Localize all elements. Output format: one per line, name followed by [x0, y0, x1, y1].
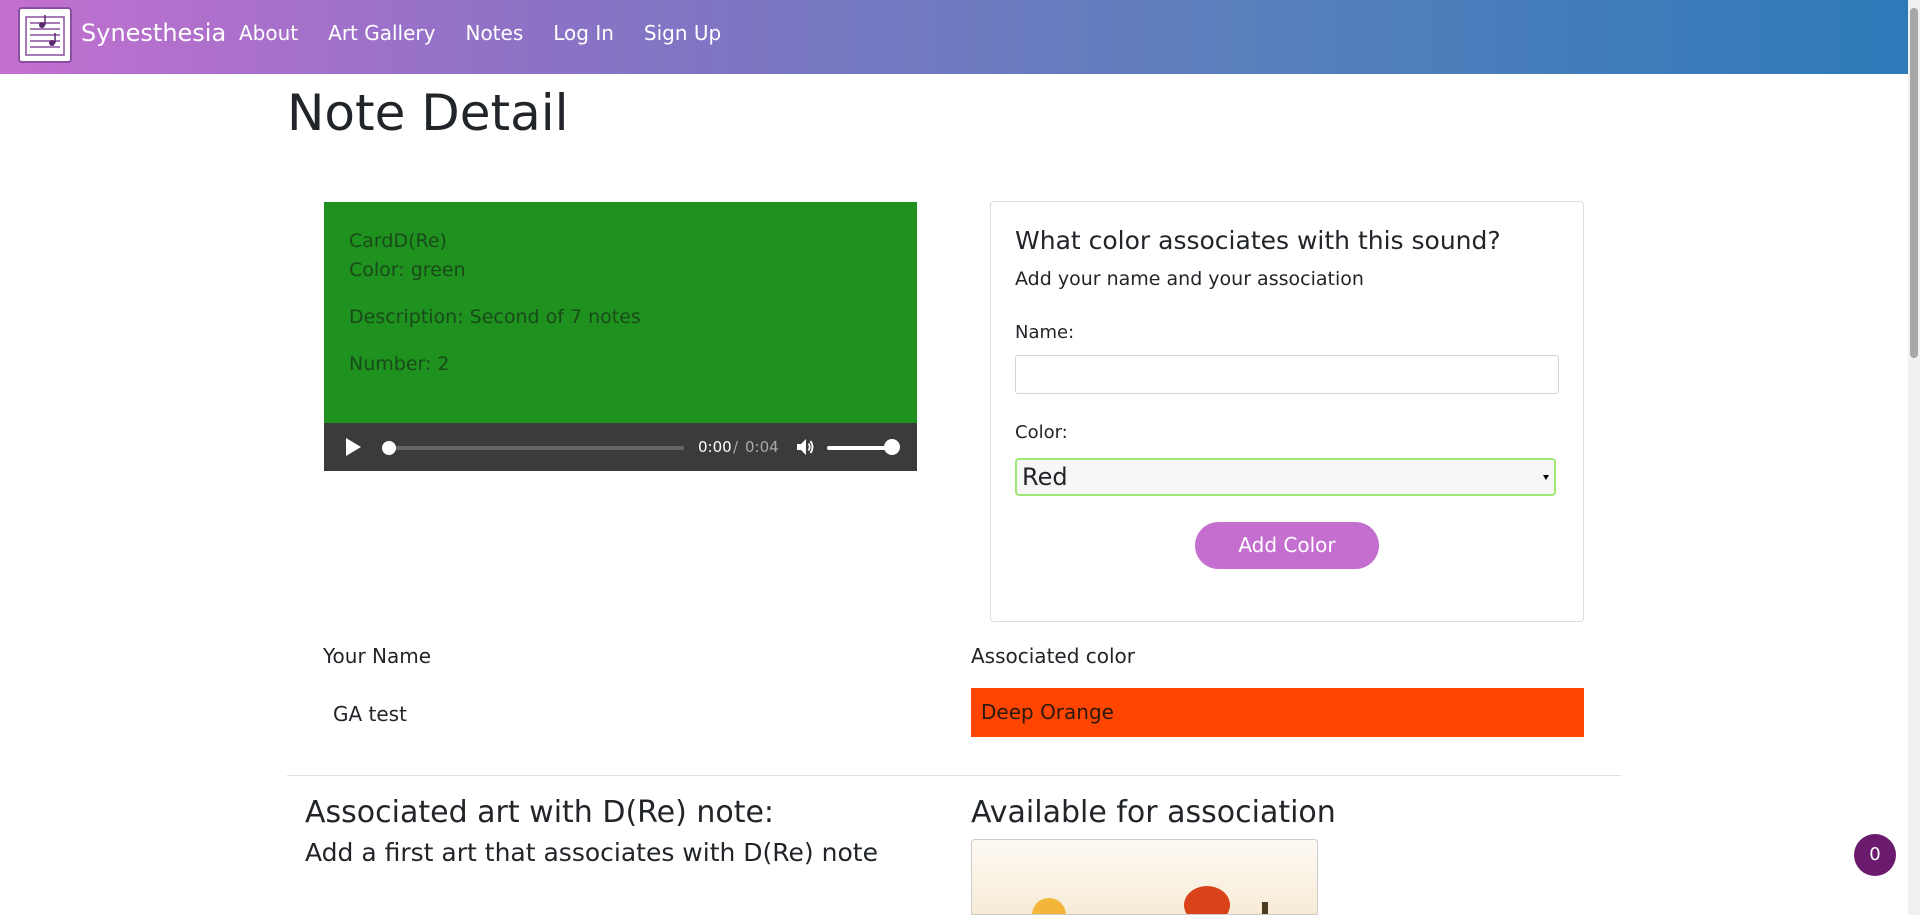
nav-link-about[interactable]: About [239, 21, 298, 45]
note-number: Number: 2 [349, 353, 450, 375]
note-description: Description: Second of 7 notes [349, 306, 641, 328]
table-header-name: Your Name [323, 644, 432, 668]
table-cell-color: Deep Orange [971, 688, 1584, 737]
color-label: Color: [1015, 422, 1068, 443]
audio-player: 0:00 / 0:04 [324, 423, 917, 471]
note-card: CardD(Re) Color: green Description: Seco… [324, 202, 917, 423]
name-input[interactable] [1015, 355, 1559, 394]
audio-progress-bar[interactable] [386, 446, 684, 450]
name-label: Name: [1015, 322, 1075, 343]
audio-duration: 0:04 [745, 438, 779, 456]
page-scrollbar[interactable] [1908, 0, 1920, 915]
nav-link-notes[interactable]: Notes [465, 21, 523, 45]
art-thumbnail[interactable] [971, 839, 1318, 915]
section-divider [287, 775, 1621, 776]
note-color: Color: green [349, 259, 466, 281]
add-color-button[interactable]: Add Color [1195, 522, 1379, 569]
nav-link-log-in[interactable]: Log In [553, 21, 614, 45]
art-stem-shape [1262, 902, 1268, 914]
notification-badge[interactable]: 0 [1854, 834, 1896, 876]
color-select[interactable]: Red [1015, 458, 1556, 496]
audio-current-time: 0:00 [698, 438, 732, 456]
table-header-color: Associated color [971, 644, 1136, 668]
table-cell-name: GA test [333, 702, 407, 726]
audio-progress-knob[interactable] [382, 441, 396, 455]
associated-art-heading: Associated art with D(Re) note: [305, 795, 775, 830]
music-notes-logo-icon[interactable] [18, 7, 72, 63]
nav-links: About Art Gallery Notes Log In Sign Up [239, 21, 751, 45]
form-subheading: Add your name and your association [1015, 268, 1364, 290]
page-title: Note Detail [287, 84, 569, 142]
color-select-value: Red [1022, 463, 1068, 491]
note-name: CardD(Re) [349, 230, 447, 252]
brand-name[interactable]: Synesthesia [81, 19, 226, 47]
art-poppy-shape [1184, 886, 1230, 914]
navbar: Synesthesia About Art Gallery Notes Log … [0, 0, 1908, 74]
associated-art-subheading: Add a first art that associates with D(R… [305, 838, 878, 867]
audio-time-separator: / [733, 438, 739, 456]
chevron-down-icon [1543, 475, 1549, 480]
nav-link-sign-up[interactable]: Sign Up [644, 21, 721, 45]
volume-knob[interactable] [884, 439, 900, 455]
available-heading: Available for association [971, 795, 1336, 830]
art-sun-shape [1032, 898, 1066, 914]
form-heading: What color associates with this sound? [1015, 226, 1501, 255]
scrollbar-thumb[interactable] [1910, 8, 1918, 358]
nav-link-art-gallery[interactable]: Art Gallery [328, 21, 435, 45]
play-icon[interactable] [346, 438, 361, 456]
volume-icon[interactable] [794, 436, 816, 458]
association-form: What color associates with this sound? A… [990, 201, 1584, 622]
